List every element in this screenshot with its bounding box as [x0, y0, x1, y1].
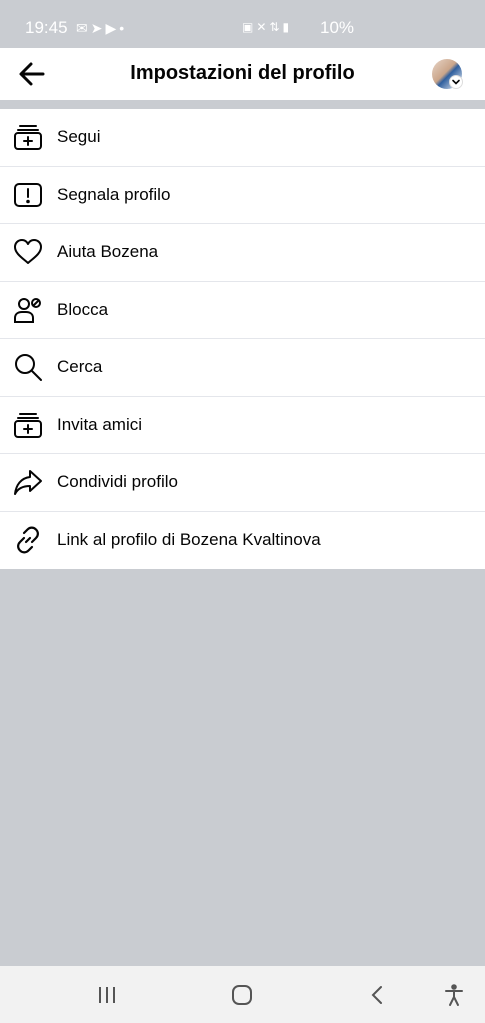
gmail-icon: ✉: [76, 20, 91, 36]
menu-item-report-profile[interactable]: Segnala profilo: [0, 167, 485, 224]
menu-item-share-profile[interactable]: Condividi profilo: [0, 454, 485, 512]
system-nav-bar: [0, 966, 485, 1023]
menu-item-follow[interactable]: Segui: [0, 109, 485, 167]
menu-item-label: Link al profilo di Bozena Kvaltinova: [57, 530, 321, 550]
menu-item-help[interactable]: Aiuta Bozena: [0, 224, 485, 282]
search-icon: [13, 352, 43, 382]
status-bar: 19:45 ✉➤▶• ▣✕⇅▮ 10%: [0, 0, 485, 48]
youtube-icon: ▶: [105, 20, 120, 36]
follow-icon: [13, 122, 43, 152]
accessibility-icon: [445, 984, 463, 1006]
menu-item-label: Segui: [57, 127, 101, 147]
back-icon: [371, 986, 382, 1004]
invite-icon: [13, 410, 43, 440]
link-icon: [13, 525, 43, 555]
recent-apps-button[interactable]: [92, 980, 122, 1010]
signal-icon: ▮: [282, 20, 293, 34]
home-button[interactable]: [227, 980, 257, 1010]
block-user-icon: [13, 295, 43, 325]
share-icon: [13, 467, 43, 497]
battery-level: 10%: [320, 18, 355, 37]
menu-item-label: Blocca: [57, 299, 109, 319]
system-icons: ▣✕⇅▮: [242, 20, 292, 34]
menu-item-label: Segnala profilo: [57, 184, 171, 204]
profile-settings-menu: Segui Segnala profilo Aiuta Bozena Blocc…: [0, 109, 485, 569]
notification-icons: ✉➤▶•: [76, 20, 127, 37]
status-time: 19:45: [25, 18, 68, 37]
home-icon: [232, 985, 252, 1005]
menu-item-label: Aiuta Bozena: [57, 242, 159, 262]
report-icon: [13, 180, 43, 210]
menu-item-label: Cerca: [57, 357, 103, 377]
menu-item-profile-link[interactable]: Link al profilo di Bozena Kvaltinova: [0, 512, 485, 570]
heart-icon: [13, 237, 43, 267]
telegram-icon: ➤: [90, 20, 106, 36]
chevron-down-icon[interactable]: [449, 75, 463, 89]
menu-item-block[interactable]: Blocca: [0, 282, 485, 339]
recent-apps-icon: [99, 987, 115, 1003]
menu-item-label: Invita amici: [57, 414, 143, 434]
menu-item-label: Condividi profilo: [57, 472, 178, 492]
accessibility-button[interactable]: [439, 980, 469, 1010]
menu-item-search[interactable]: Cerca: [0, 339, 485, 397]
app-bar: Impostazioni del profilo: [0, 48, 485, 100]
menu-item-invite-friends[interactable]: Invita amici: [0, 397, 485, 454]
mute-icon: ✕: [256, 20, 270, 34]
data-4g-icon: ⇅: [269, 20, 283, 34]
battery-saver-icon: ▣: [242, 20, 257, 34]
page-title: Impostazioni del profilo: [130, 62, 355, 84]
dot-icon: •: [119, 20, 128, 36]
system-back-button[interactable]: [363, 980, 393, 1010]
